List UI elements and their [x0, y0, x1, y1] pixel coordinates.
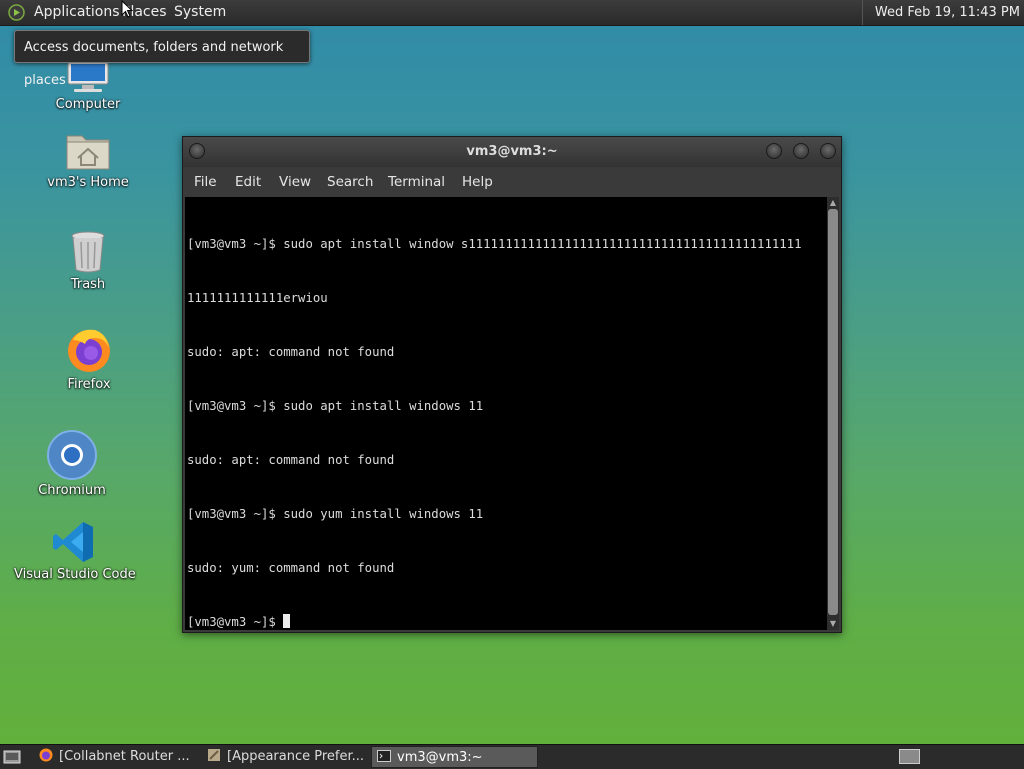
text-cursor [283, 614, 291, 628]
terminal-line: 1111111111111erwiou [187, 291, 328, 305]
menu-file[interactable]: File [194, 167, 217, 197]
menu-terminal[interactable]: Terminal [388, 167, 445, 197]
scroll-up-arrow-icon[interactable]: ▲ [827, 198, 839, 208]
applications-logo-icon[interactable] [8, 4, 25, 21]
places-tooltip: Access documents, folders and network pl… [14, 30, 310, 88]
close-button[interactable] [820, 143, 836, 159]
terminal-output[interactable]: [vm3@vm3 ~]$ sudo apt install window s11… [185, 197, 828, 630]
desktop-icon-home[interactable]: vm3's Home [28, 130, 148, 190]
terminal-menubar: File Edit View Search Terminal Help [183, 167, 841, 197]
minimize-button[interactable] [766, 143, 782, 159]
terminal-line: [vm3@vm3 ~]$ sudo yum install windows 11 [187, 507, 484, 521]
terminal-titlebar[interactable]: vm3@vm3:~ [183, 137, 841, 167]
terminal-text: [vm3@vm3 ~]$ sudo apt install window s11… [187, 199, 801, 630]
menu-help[interactable]: Help [462, 167, 493, 197]
terminal-line: sudo: yum: command not found [187, 561, 395, 575]
terminal-line: sudo: apt: command not found [187, 453, 395, 467]
desktop-icon-vscode[interactable]: Visual Studio Code [14, 520, 136, 582]
desktop-icon-label: Trash [70, 277, 106, 292]
mouse-pointer-icon [121, 0, 133, 18]
desktop-icon-label: vm3's Home [47, 175, 129, 190]
applications-menu[interactable]: Applications [34, 0, 120, 25]
terminal-line: sudo: apt: command not found [187, 345, 395, 359]
workspace-switcher-icon[interactable] [899, 749, 920, 764]
terminal-line: [vm3@vm3 ~]$ sudo apt install window s11… [187, 237, 802, 251]
show-desktop-icon[interactable] [3, 749, 21, 765]
terminal-prompt: [vm3@vm3 ~]$ [187, 615, 284, 629]
maximize-button[interactable] [793, 143, 809, 159]
terminal-prompt-line[interactable]: [vm3@vm3 ~]$ [187, 613, 801, 630]
menu-search[interactable]: Search [327, 167, 373, 197]
vscode-icon [53, 522, 93, 562]
terminal-window[interactable]: vm3@vm3:~ File Edit View Search Terminal… [182, 136, 842, 633]
firefox-icon [68, 329, 110, 372]
desktop-icon-label: Computer [55, 97, 121, 112]
bottom-panel: [Collabnet Router ... [Appearance Prefer… [0, 744, 1024, 769]
taskbar-item-label: [Collabnet Router ... [59, 749, 190, 764]
scrollbar-thumb[interactable] [828, 209, 838, 615]
menu-edit[interactable]: Edit [235, 167, 261, 197]
menu-view[interactable]: View [279, 167, 311, 197]
home-folder-icon [66, 135, 110, 170]
desktop-icon-label: Firefox [67, 377, 111, 392]
desktop-icon-label: Chromium [38, 483, 106, 498]
taskbar-item-label: vm3@vm3:~ [397, 750, 483, 765]
system-menu[interactable]: System [174, 0, 226, 25]
computer-icon [67, 61, 109, 92]
taskbar-item-terminal[interactable]: vm3@vm3:~ [371, 746, 538, 768]
scroll-down-arrow-icon[interactable]: ▼ [827, 619, 839, 629]
clock[interactable]: Wed Feb 19, 11:43 PM [861, 0, 1024, 25]
terminal-icon [377, 750, 391, 762]
terminal-title: vm3@vm3:~ [466, 144, 558, 159]
desktop-icon-firefox[interactable]: Firefox [29, 326, 149, 392]
desktop-icon-trash[interactable]: Trash [28, 230, 148, 292]
taskbar-item-label: [Appearance Prefer... [227, 749, 365, 764]
taskbar-item-appearance[interactable]: [Appearance Prefer... [202, 746, 368, 768]
desktop-icon-label: Visual Studio Code [14, 567, 136, 582]
terminal-line: [vm3@vm3 ~]$ sudo apt install windows 11 [187, 399, 484, 413]
desktop-icon-chromium[interactable]: Chromium [12, 430, 132, 498]
top-panel: Applications Places System Wed Feb 19, 1… [0, 0, 1024, 26]
trash-icon [71, 231, 105, 273]
appearance-icon [208, 749, 220, 761]
terminal-scrollbar[interactable]: ▲ ▼ [827, 197, 839, 630]
chromium-icon [47, 430, 97, 480]
taskbar-item-collabnet[interactable]: [Collabnet Router ... [34, 746, 196, 768]
firefox-icon [39, 748, 53, 762]
